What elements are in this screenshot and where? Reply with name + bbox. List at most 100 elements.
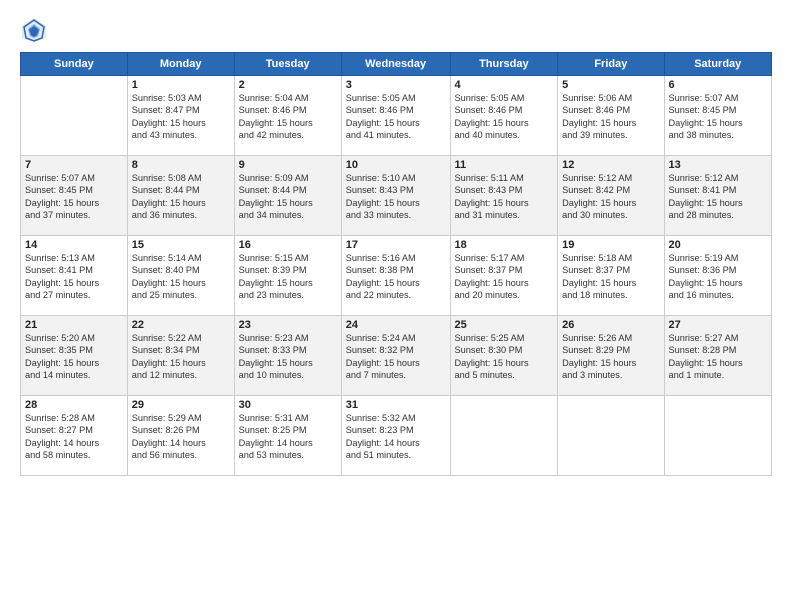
day-number: 23 <box>239 319 337 331</box>
logo <box>20 16 52 44</box>
day-info: Sunrise: 5:27 AMSunset: 8:28 PMDaylight:… <box>669 332 768 382</box>
day-number: 1 <box>132 79 230 91</box>
day-info: Sunrise: 5:31 AMSunset: 8:25 PMDaylight:… <box>239 412 337 462</box>
day-cell: 30Sunrise: 5:31 AMSunset: 8:25 PMDayligh… <box>234 396 341 476</box>
header-cell-sunday: Sunday <box>21 53 128 76</box>
day-info: Sunrise: 5:25 AMSunset: 8:30 PMDaylight:… <box>455 332 554 382</box>
day-cell: 24Sunrise: 5:24 AMSunset: 8:32 PMDayligh… <box>341 316 450 396</box>
day-cell <box>558 396 664 476</box>
day-info: Sunrise: 5:32 AMSunset: 8:23 PMDaylight:… <box>346 412 446 462</box>
week-row-5: 28Sunrise: 5:28 AMSunset: 8:27 PMDayligh… <box>21 396 772 476</box>
header-cell-monday: Monday <box>127 53 234 76</box>
day-info: Sunrise: 5:22 AMSunset: 8:34 PMDaylight:… <box>132 332 230 382</box>
day-cell: 6Sunrise: 5:07 AMSunset: 8:45 PMDaylight… <box>664 76 772 156</box>
day-info: Sunrise: 5:05 AMSunset: 8:46 PMDaylight:… <box>455 92 554 142</box>
day-info: Sunrise: 5:05 AMSunset: 8:46 PMDaylight:… <box>346 92 446 142</box>
day-info: Sunrise: 5:12 AMSunset: 8:41 PMDaylight:… <box>669 172 768 222</box>
day-cell: 1Sunrise: 5:03 AMSunset: 8:47 PMDaylight… <box>127 76 234 156</box>
day-info: Sunrise: 5:10 AMSunset: 8:43 PMDaylight:… <box>346 172 446 222</box>
day-info: Sunrise: 5:29 AMSunset: 8:26 PMDaylight:… <box>132 412 230 462</box>
header <box>20 16 772 44</box>
header-row: SundayMondayTuesdayWednesdayThursdayFrid… <box>21 53 772 76</box>
day-number: 8 <box>132 159 230 171</box>
day-info: Sunrise: 5:03 AMSunset: 8:47 PMDaylight:… <box>132 92 230 142</box>
week-row-2: 7Sunrise: 5:07 AMSunset: 8:45 PMDaylight… <box>21 156 772 236</box>
day-cell: 31Sunrise: 5:32 AMSunset: 8:23 PMDayligh… <box>341 396 450 476</box>
day-number: 3 <box>346 79 446 91</box>
day-number: 11 <box>455 159 554 171</box>
day-cell: 13Sunrise: 5:12 AMSunset: 8:41 PMDayligh… <box>664 156 772 236</box>
day-cell: 27Sunrise: 5:27 AMSunset: 8:28 PMDayligh… <box>664 316 772 396</box>
day-cell: 14Sunrise: 5:13 AMSunset: 8:41 PMDayligh… <box>21 236 128 316</box>
day-info: Sunrise: 5:12 AMSunset: 8:42 PMDaylight:… <box>562 172 659 222</box>
day-number: 19 <box>562 239 659 251</box>
day-cell: 4Sunrise: 5:05 AMSunset: 8:46 PMDaylight… <box>450 76 558 156</box>
day-cell: 3Sunrise: 5:05 AMSunset: 8:46 PMDaylight… <box>341 76 450 156</box>
day-cell: 8Sunrise: 5:08 AMSunset: 8:44 PMDaylight… <box>127 156 234 236</box>
day-number: 18 <box>455 239 554 251</box>
day-cell <box>450 396 558 476</box>
day-number: 10 <box>346 159 446 171</box>
header-cell-thursday: Thursday <box>450 53 558 76</box>
day-cell: 17Sunrise: 5:16 AMSunset: 8:38 PMDayligh… <box>341 236 450 316</box>
day-cell: 22Sunrise: 5:22 AMSunset: 8:34 PMDayligh… <box>127 316 234 396</box>
day-cell: 15Sunrise: 5:14 AMSunset: 8:40 PMDayligh… <box>127 236 234 316</box>
calendar-header: SundayMondayTuesdayWednesdayThursdayFrid… <box>21 53 772 76</box>
header-cell-tuesday: Tuesday <box>234 53 341 76</box>
day-info: Sunrise: 5:07 AMSunset: 8:45 PMDaylight:… <box>669 92 768 142</box>
day-number: 16 <box>239 239 337 251</box>
day-info: Sunrise: 5:17 AMSunset: 8:37 PMDaylight:… <box>455 252 554 302</box>
day-cell: 19Sunrise: 5:18 AMSunset: 8:37 PMDayligh… <box>558 236 664 316</box>
day-cell: 20Sunrise: 5:19 AMSunset: 8:36 PMDayligh… <box>664 236 772 316</box>
day-cell <box>664 396 772 476</box>
day-cell: 2Sunrise: 5:04 AMSunset: 8:46 PMDaylight… <box>234 76 341 156</box>
week-row-1: 1Sunrise: 5:03 AMSunset: 8:47 PMDaylight… <box>21 76 772 156</box>
day-number: 27 <box>669 319 768 331</box>
day-info: Sunrise: 5:19 AMSunset: 8:36 PMDaylight:… <box>669 252 768 302</box>
day-info: Sunrise: 5:11 AMSunset: 8:43 PMDaylight:… <box>455 172 554 222</box>
header-cell-friday: Friday <box>558 53 664 76</box>
day-number: 24 <box>346 319 446 331</box>
day-number: 5 <box>562 79 659 91</box>
day-cell: 5Sunrise: 5:06 AMSunset: 8:46 PMDaylight… <box>558 76 664 156</box>
day-number: 29 <box>132 399 230 411</box>
day-info: Sunrise: 5:15 AMSunset: 8:39 PMDaylight:… <box>239 252 337 302</box>
week-row-3: 14Sunrise: 5:13 AMSunset: 8:41 PMDayligh… <box>21 236 772 316</box>
day-info: Sunrise: 5:06 AMSunset: 8:46 PMDaylight:… <box>562 92 659 142</box>
day-number: 31 <box>346 399 446 411</box>
day-cell: 16Sunrise: 5:15 AMSunset: 8:39 PMDayligh… <box>234 236 341 316</box>
day-number: 20 <box>669 239 768 251</box>
day-number: 28 <box>25 399 123 411</box>
day-cell <box>21 76 128 156</box>
day-number: 13 <box>669 159 768 171</box>
day-cell: 29Sunrise: 5:29 AMSunset: 8:26 PMDayligh… <box>127 396 234 476</box>
day-cell: 18Sunrise: 5:17 AMSunset: 8:37 PMDayligh… <box>450 236 558 316</box>
day-info: Sunrise: 5:24 AMSunset: 8:32 PMDaylight:… <box>346 332 446 382</box>
day-cell: 23Sunrise: 5:23 AMSunset: 8:33 PMDayligh… <box>234 316 341 396</box>
day-info: Sunrise: 5:07 AMSunset: 8:45 PMDaylight:… <box>25 172 123 222</box>
day-cell: 21Sunrise: 5:20 AMSunset: 8:35 PMDayligh… <box>21 316 128 396</box>
day-number: 4 <box>455 79 554 91</box>
day-number: 15 <box>132 239 230 251</box>
day-cell: 10Sunrise: 5:10 AMSunset: 8:43 PMDayligh… <box>341 156 450 236</box>
day-number: 17 <box>346 239 446 251</box>
day-info: Sunrise: 5:26 AMSunset: 8:29 PMDaylight:… <box>562 332 659 382</box>
week-row-4: 21Sunrise: 5:20 AMSunset: 8:35 PMDayligh… <box>21 316 772 396</box>
calendar-table: SundayMondayTuesdayWednesdayThursdayFrid… <box>20 52 772 476</box>
day-number: 7 <box>25 159 123 171</box>
day-number: 22 <box>132 319 230 331</box>
day-info: Sunrise: 5:04 AMSunset: 8:46 PMDaylight:… <box>239 92 337 142</box>
logo-icon <box>20 16 48 44</box>
header-cell-wednesday: Wednesday <box>341 53 450 76</box>
day-cell: 26Sunrise: 5:26 AMSunset: 8:29 PMDayligh… <box>558 316 664 396</box>
day-info: Sunrise: 5:16 AMSunset: 8:38 PMDaylight:… <box>346 252 446 302</box>
day-cell: 28Sunrise: 5:28 AMSunset: 8:27 PMDayligh… <box>21 396 128 476</box>
day-info: Sunrise: 5:09 AMSunset: 8:44 PMDaylight:… <box>239 172 337 222</box>
day-number: 14 <box>25 239 123 251</box>
day-cell: 25Sunrise: 5:25 AMSunset: 8:30 PMDayligh… <box>450 316 558 396</box>
day-number: 9 <box>239 159 337 171</box>
day-info: Sunrise: 5:23 AMSunset: 8:33 PMDaylight:… <box>239 332 337 382</box>
day-cell: 12Sunrise: 5:12 AMSunset: 8:42 PMDayligh… <box>558 156 664 236</box>
day-info: Sunrise: 5:13 AMSunset: 8:41 PMDaylight:… <box>25 252 123 302</box>
day-number: 30 <box>239 399 337 411</box>
